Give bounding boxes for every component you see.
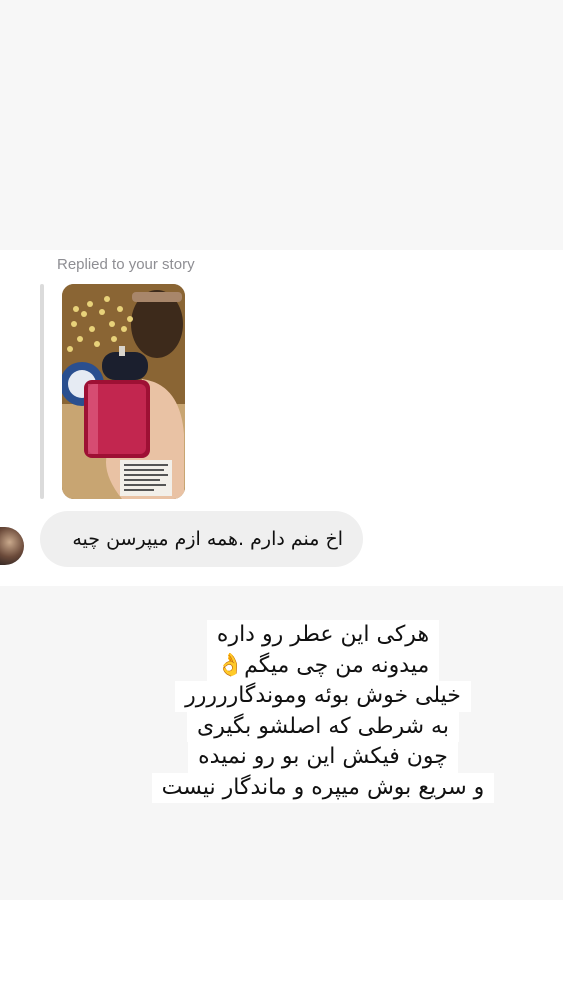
reply-indicator-bar (40, 284, 44, 499)
story-caption: هرکی این عطر رو داره میدونه من چی میگم👌 … (150, 620, 496, 803)
caption-line-4: به شرطی که اصلشو بگیری (187, 711, 459, 742)
story-thumbnail[interactable] (62, 284, 185, 499)
caption-line-5: چون فیکش این بو رو نمیده (188, 742, 458, 773)
footer-area (0, 900, 563, 1000)
caption-line-2: میدونه من چی میگم👌 (206, 650, 440, 681)
top-background (0, 0, 563, 250)
caption-line-3: خیلی خوش بوئه وموندگاررررر (175, 681, 471, 712)
message-bubble[interactable]: اخ منم دارم .همه ازم میپرسن چیه (40, 511, 363, 567)
replied-to-story-label: Replied to your story (57, 256, 195, 273)
perfume-photo (62, 284, 185, 499)
message-text: اخ منم دارم .همه ازم میپرسن چیه (72, 528, 343, 550)
caption-line-6: و سریع بوش میپره و ماندگار نیست (151, 772, 495, 803)
caption-line-1: هرکی این عطر رو داره (206, 620, 440, 651)
